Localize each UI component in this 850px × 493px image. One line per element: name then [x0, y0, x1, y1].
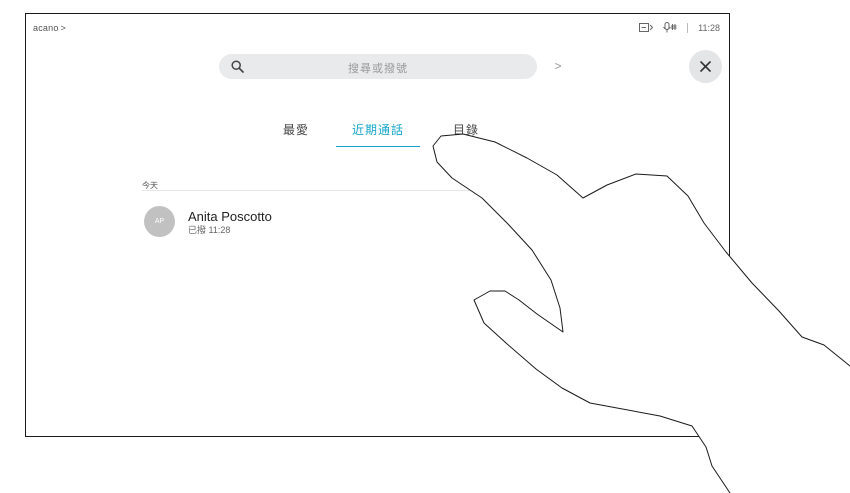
status-bar: 11:28	[639, 22, 720, 33]
tab-favorites[interactable]: 最愛	[279, 121, 313, 146]
contact-name: Anita Poscotto	[188, 209, 272, 224]
status-divider	[687, 22, 689, 33]
tab-bar: 最愛 近期通話 目錄	[26, 121, 729, 147]
chevron-right-icon: >	[60, 23, 66, 33]
screen-share-icon[interactable]	[639, 22, 654, 33]
chevron-right-icon[interactable]: >	[550, 58, 566, 74]
tab-directory[interactable]: 目錄	[449, 121, 483, 146]
divider	[142, 190, 485, 191]
tab-recents[interactable]: 近期通話	[336, 121, 420, 147]
search-input[interactable]: 搜尋或撥號	[219, 54, 537, 79]
brand-name: acano	[33, 23, 59, 33]
avatar: AP	[144, 206, 175, 237]
close-button[interactable]	[689, 50, 722, 83]
touch-panel-screen: acano > 11:28 搜尋或撥號 > 最愛 近期通話 目錄 今天 AP An…	[25, 13, 730, 437]
brand-label[interactable]: acano >	[33, 23, 66, 33]
microphone-icon[interactable]	[663, 22, 677, 33]
clock: 11:28	[698, 22, 720, 33]
call-detail: 已撥 11:28	[188, 225, 231, 235]
search-placeholder: 搜尋或撥號	[348, 63, 408, 75]
close-icon	[700, 61, 711, 72]
